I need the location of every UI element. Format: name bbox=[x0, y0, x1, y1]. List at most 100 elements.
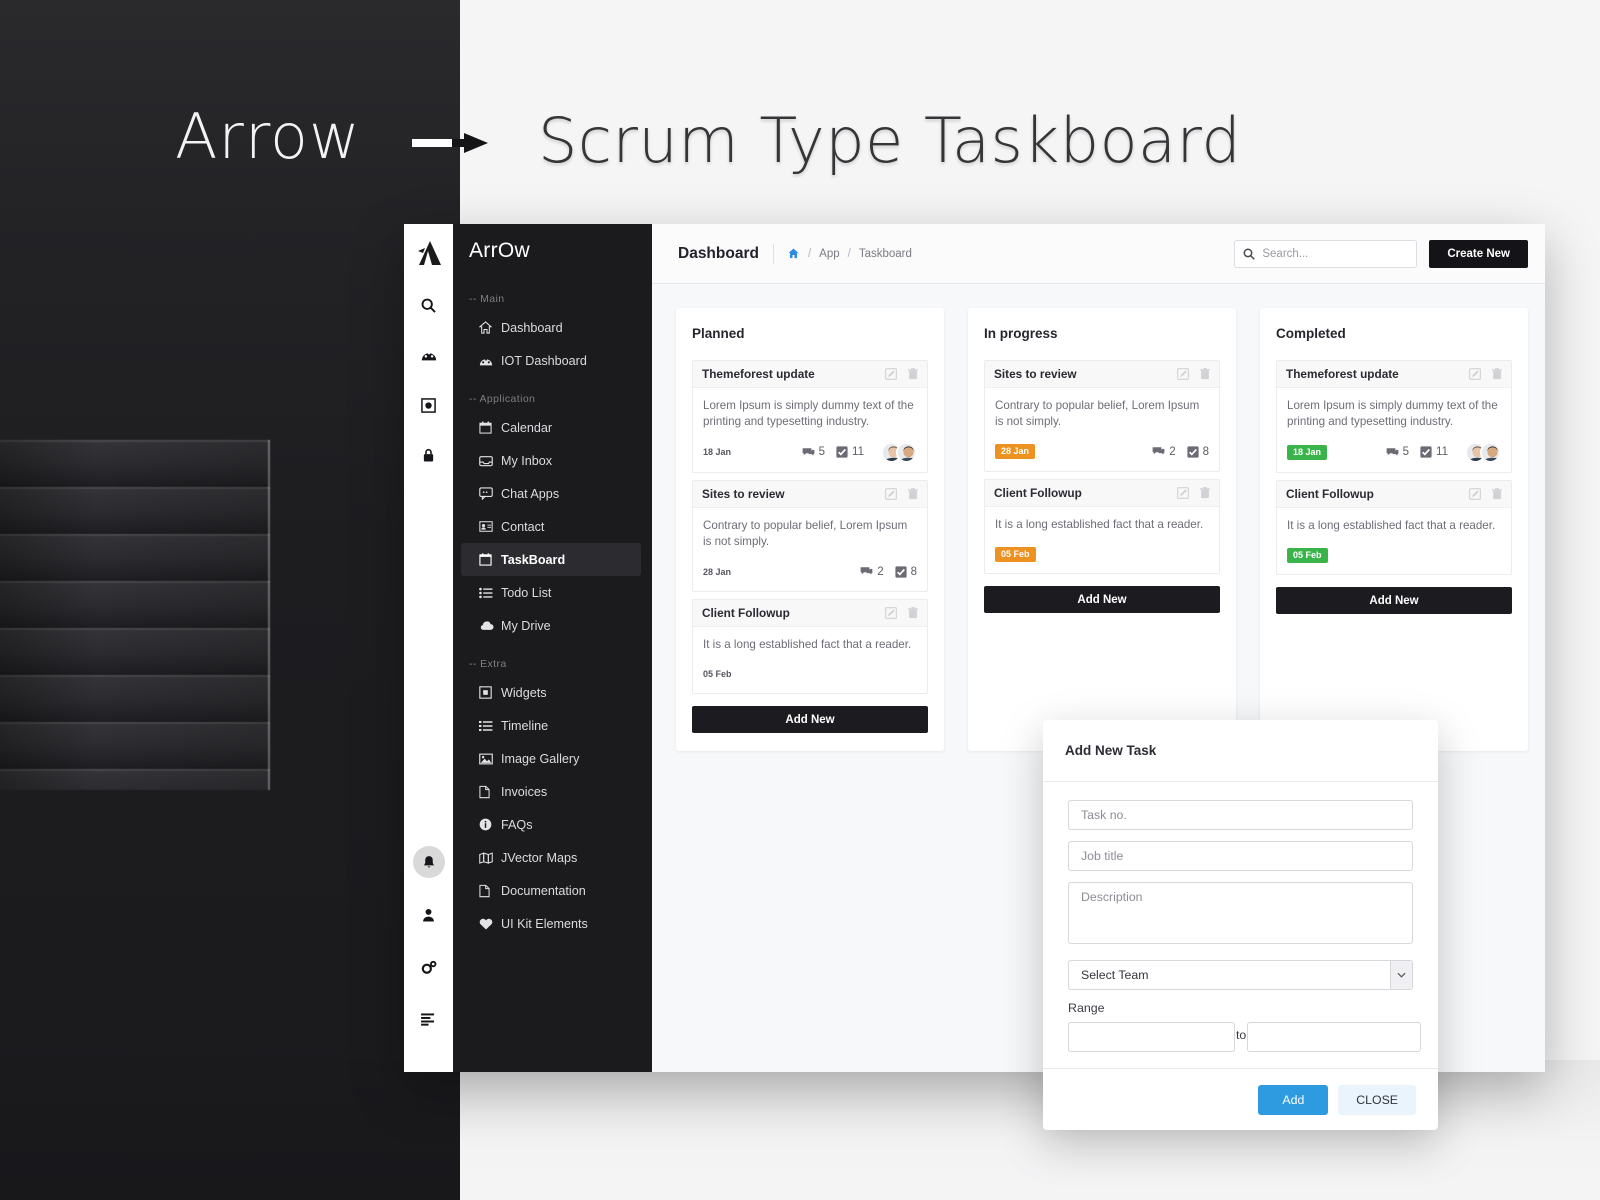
sidebar-item-taskboard[interactable]: TaskBoard bbox=[461, 543, 641, 576]
task-card-title: Client Followup bbox=[1286, 486, 1374, 501]
comment-count-value: 2 bbox=[877, 565, 884, 578]
sidebar-item-invoices[interactable]: Invoices bbox=[453, 775, 652, 808]
sidebar-item-label: Invoices bbox=[501, 784, 548, 799]
lock-icon[interactable] bbox=[414, 440, 444, 470]
card-comment-count: 2 bbox=[1152, 445, 1176, 458]
edit-icon[interactable] bbox=[885, 487, 897, 500]
breadcrumb-sep-2: / bbox=[847, 247, 851, 260]
trash-icon[interactable] bbox=[1492, 487, 1502, 500]
sidebar-item-label: Documentation bbox=[501, 883, 586, 898]
edit-icon[interactable] bbox=[885, 368, 897, 380]
task-card[interactable]: Client Followup It is a long established… bbox=[1276, 479, 1512, 576]
sidebar-section-items: Dashboard IOT Dashboard bbox=[453, 311, 652, 377]
trash-icon[interactable] bbox=[908, 606, 918, 619]
card-date-badge: 28 Jan bbox=[995, 444, 1036, 460]
trash-icon[interactable] bbox=[1492, 368, 1502, 380]
card-date-badge: 05 Feb bbox=[1287, 547, 1328, 563]
modal-footer: Add CLOSE bbox=[1043, 1068, 1438, 1130]
sidebar-item-label: Image Gallery bbox=[501, 751, 580, 766]
sidebar: ArrOw -- Main Dashboard IOT Dashboard --… bbox=[453, 224, 652, 1072]
sidebar-item-faqs[interactable]: FAQs bbox=[453, 808, 652, 841]
select-team-dropdown[interactable]: Select Team bbox=[1068, 960, 1413, 990]
sidebar-item-label: Chat Apps bbox=[501, 486, 560, 501]
sidebar-item-dashboard[interactable]: Dashboard bbox=[453, 311, 652, 344]
topbar: Dashboard / App / Taskboard Create New bbox=[652, 224, 1545, 284]
gears-icon[interactable] bbox=[414, 952, 444, 982]
trash-icon[interactable] bbox=[908, 368, 918, 380]
home-icon[interactable] bbox=[788, 248, 799, 259]
sidebar-item-my-drive[interactable]: My Drive bbox=[453, 609, 652, 642]
file-icon bbox=[479, 884, 501, 898]
comment-count-value: 2 bbox=[1169, 445, 1176, 458]
sidebar-item-label: Calendar bbox=[501, 420, 553, 435]
search-input[interactable] bbox=[1262, 247, 1409, 260]
info-icon bbox=[479, 818, 501, 831]
card-check-count: 8 bbox=[894, 566, 917, 578]
checkbox-icon bbox=[1420, 446, 1432, 459]
task-card[interactable]: Client Followup It is a long established… bbox=[984, 478, 1220, 575]
sidebar-item-todo-list[interactable]: Todo List bbox=[453, 576, 652, 609]
trash-icon[interactable] bbox=[1200, 368, 1210, 380]
sidebar-item-documentation[interactable]: Documentation bbox=[453, 874, 652, 907]
sidebar-item-chat-apps[interactable]: Chat Apps bbox=[453, 477, 652, 510]
gauge-icon bbox=[479, 355, 501, 367]
card-date-badge: 05 Feb bbox=[995, 546, 1036, 562]
edit-icon[interactable] bbox=[1177, 486, 1189, 499]
arrow-logo-icon[interactable] bbox=[414, 236, 444, 270]
sidebar-item-timeline[interactable]: Timeline bbox=[453, 709, 652, 742]
dashboard-gauge-icon[interactable] bbox=[414, 340, 444, 370]
edit-icon[interactable] bbox=[885, 606, 897, 619]
sidebar-item-calendar[interactable]: Calendar bbox=[453, 411, 652, 444]
checkbox-icon bbox=[894, 566, 907, 578]
task-card[interactable]: Client Followup It is a long established… bbox=[692, 598, 928, 695]
task-no-field[interactable] bbox=[1068, 800, 1413, 830]
sidebar-item-contact[interactable]: Contact bbox=[453, 510, 652, 543]
sidebar-item-ui-kit-elements[interactable]: UI Kit Elements bbox=[453, 907, 652, 940]
card-comment-count: 2 bbox=[860, 565, 884, 578]
search-box[interactable] bbox=[1234, 239, 1418, 268]
breadcrumb-app[interactable]: App bbox=[819, 248, 839, 260]
trash-icon[interactable] bbox=[908, 487, 918, 500]
edit-icon[interactable] bbox=[1469, 368, 1481, 380]
contact-card-icon bbox=[479, 521, 501, 532]
background-books-texture bbox=[0, 440, 270, 790]
range-to-field[interactable] bbox=[1247, 1022, 1422, 1052]
edit-icon[interactable] bbox=[1469, 487, 1481, 500]
sidebar-brand[interactable]: ArrOw bbox=[453, 224, 652, 277]
task-card-header: Sites to review bbox=[693, 480, 927, 508]
range-from-field[interactable] bbox=[1068, 1022, 1235, 1052]
task-card[interactable]: Themeforest update Lorem Ipsum is simply… bbox=[1276, 360, 1512, 473]
task-card-description: It is a long established fact that a rea… bbox=[703, 637, 912, 651]
sidebar-item-image-gallery[interactable]: Image Gallery bbox=[453, 742, 652, 775]
task-card-title: Themeforest update bbox=[702, 367, 815, 381]
create-new-button[interactable]: Create New bbox=[1429, 239, 1528, 268]
search-icon[interactable] bbox=[414, 290, 444, 320]
description-field[interactable] bbox=[1068, 882, 1413, 944]
modal-close-button[interactable]: CLOSE bbox=[1338, 1084, 1416, 1115]
add-new-button[interactable]: Add New bbox=[1276, 587, 1512, 615]
trash-icon[interactable] bbox=[1200, 486, 1210, 499]
job-title-field[interactable] bbox=[1068, 841, 1413, 871]
user-icon[interactable] bbox=[414, 900, 444, 930]
board-column: In progress Sites to review Contrary to … bbox=[968, 308, 1236, 752]
add-new-button[interactable]: Add New bbox=[984, 586, 1220, 614]
card-comment-count: 5 bbox=[1386, 446, 1409, 458]
sidebar-item-iot-dashboard[interactable]: IOT Dashboard bbox=[453, 344, 652, 377]
task-card[interactable]: Themeforest update Lorem Ipsum is simply… bbox=[692, 360, 928, 473]
bell-icon[interactable] bbox=[412, 846, 445, 878]
sidebar-item-my-inbox[interactable]: My Inbox bbox=[453, 444, 652, 477]
banner-brand-word: Arrow bbox=[175, 100, 361, 173]
sidebar-item-label: Contact bbox=[501, 519, 545, 534]
align-left-icon[interactable] bbox=[414, 1004, 444, 1034]
sidebar-item-jvector-maps[interactable]: JVector Maps bbox=[453, 841, 652, 874]
sidebar-item-widgets[interactable]: Widgets bbox=[453, 676, 652, 709]
edit-icon[interactable] bbox=[1177, 368, 1189, 380]
add-new-button[interactable]: Add New bbox=[692, 706, 928, 734]
inbox-icon bbox=[479, 455, 501, 467]
task-card[interactable]: Sites to review Contrary to popular beli… bbox=[984, 360, 1220, 472]
modal-add-button[interactable]: Add bbox=[1258, 1084, 1329, 1115]
task-card[interactable]: Sites to review Contrary to popular beli… bbox=[692, 479, 928, 592]
heart-icon bbox=[479, 918, 501, 930]
image-frame-icon[interactable] bbox=[414, 390, 444, 420]
widget-icon bbox=[479, 686, 501, 699]
